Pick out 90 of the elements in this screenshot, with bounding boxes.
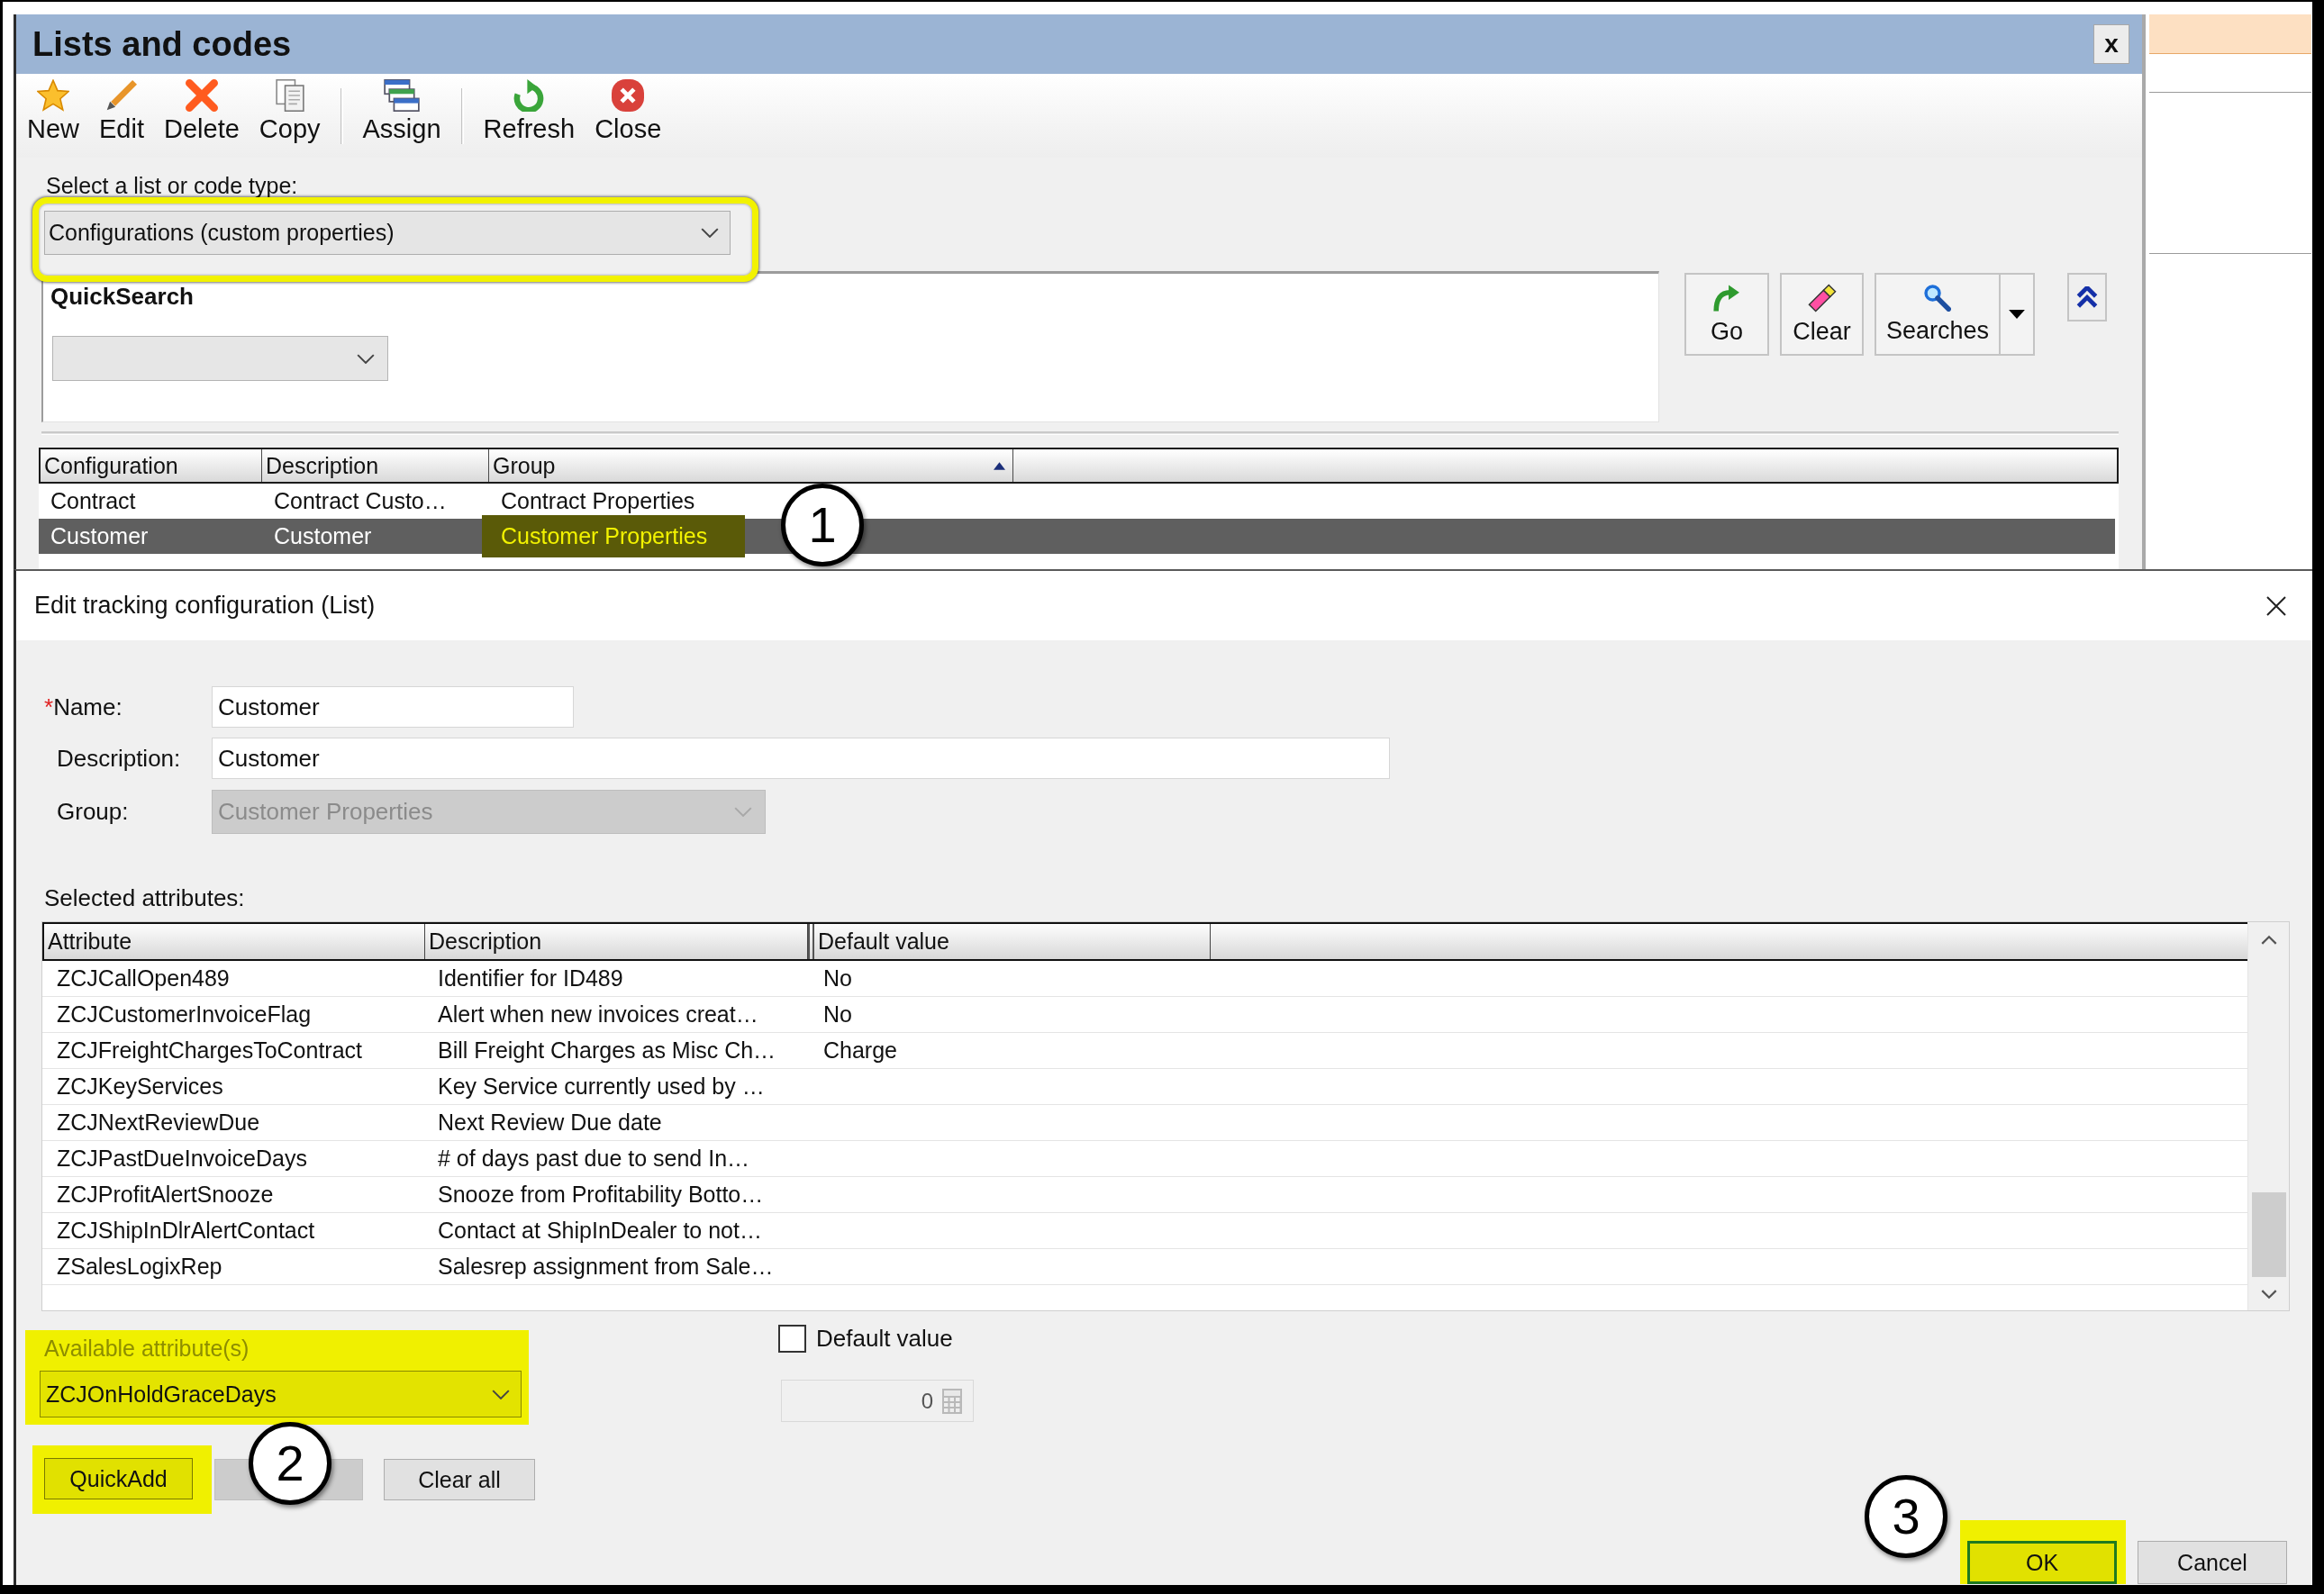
step-marker: 3: [1865, 1475, 1947, 1558]
curved-arrow-icon: [1712, 284, 1741, 312]
chevron-down-icon: [701, 228, 719, 238]
section-label: Selected attributes:: [44, 885, 245, 910]
toolbar-button[interactable]: Refresh: [483, 79, 576, 144]
scrollbar[interactable]: [2247, 922, 2289, 1310]
field-label: Name:: [53, 693, 123, 721]
table-cell-text: No: [822, 1001, 853, 1028]
column-header[interactable]: Description: [425, 924, 808, 959]
table-cell: Customer: [50, 523, 149, 549]
chevron-down-icon: [734, 807, 752, 817]
field-label: Select a list or code type:: [46, 173, 298, 198]
star-icon: [37, 79, 69, 112]
toolbar-button[interactable]: Assign: [362, 79, 441, 144]
action-button[interactable]: Cancel: [2138, 1541, 2287, 1584]
pencil-icon: [105, 79, 138, 112]
caret-down-icon: [2009, 310, 2025, 319]
table-cell-text: Bill Freight Charges as Misc Ch…: [437, 1037, 777, 1064]
pages-icon: [273, 79, 306, 112]
calculator-icon: [942, 1388, 962, 1414]
column-header[interactable]: Attribute: [44, 924, 425, 959]
step-marker: 1: [781, 484, 864, 566]
eraser-icon: [1807, 284, 1837, 312]
window-close-button[interactable]: x: [2093, 24, 2129, 64]
table-cell-text: ZSalesLogixRep: [56, 1253, 223, 1281]
list-type-dropdown[interactable]: Configurations (custom properties): [44, 211, 731, 255]
table-cell-text: No: [822, 965, 853, 992]
double-chevron-up-icon: [2076, 286, 2098, 308]
dialog-title: Edit tracking configuration (List): [34, 592, 376, 620]
close-icon: [612, 79, 645, 112]
table-cell-text: Next Review Due date: [437, 1109, 663, 1137]
action-button[interactable]: QuickAdd: [44, 1458, 193, 1499]
table-cell-text: ZCJPastDueInvoiceDays: [56, 1145, 308, 1173]
checkbox-label: Default value: [816, 1325, 953, 1353]
field-label: Available attribute(s): [44, 1336, 250, 1360]
clear-button[interactable]: Clear: [1780, 273, 1864, 356]
windows-icon: [384, 79, 421, 112]
toolbar-button[interactable]: Close: [595, 79, 662, 144]
close-icon[interactable]: [2266, 595, 2286, 616]
table-cell-text: ZCJCallOpen489: [56, 965, 231, 992]
table-cell-text: Salesrep assignment from Sale…: [437, 1253, 775, 1281]
dropdown-button[interactable]: [2001, 273, 2035, 356]
refresh-icon: [513, 79, 546, 112]
column-header[interactable]: Description: [262, 449, 489, 482]
table-cell-text: ZCJProfitAlertSnooze: [56, 1181, 275, 1209]
table-cell: Customer: [274, 523, 372, 549]
toolbar-button[interactable]: Edit: [99, 79, 144, 144]
searches-button[interactable]: Searches: [1875, 273, 2001, 356]
table-cell-text: ZCJKeyServices: [56, 1073, 224, 1100]
step-marker: 2: [249, 1422, 331, 1505]
table-cell-text: Key Service currently used by …: [437, 1073, 766, 1100]
table-cell-text: Snooze from Profitability Botto…: [437, 1181, 765, 1209]
table-cell: Contract Properties: [501, 488, 695, 514]
attribute-dropdown[interactable]: ZCJOnHoldGraceDays: [40, 1371, 522, 1417]
column-header[interactable]: Configuration: [41, 449, 262, 482]
chevron-down-icon: [492, 1389, 510, 1399]
scrollbar-thumb[interactable]: [2251, 1192, 2286, 1277]
table-cell: Contract: [50, 488, 136, 514]
required-mark: *: [44, 693, 54, 721]
default-button[interactable]: OK: [1967, 1541, 2117, 1584]
table-cell-text: Identifier for ID489: [437, 965, 624, 992]
table-cell-text: Alert when new invoices creat…: [437, 1001, 759, 1028]
column-header[interactable]: Group: [489, 449, 1013, 482]
table-cell-text: ZCJCustomerInvoiceFlag: [56, 1001, 313, 1028]
table-cell-text: ZCJFreightChargesToContract: [56, 1037, 363, 1064]
table-cell-text: Contact at ShipInDealer to not…: [437, 1217, 763, 1245]
chevron-down-icon: [2260, 1290, 2277, 1300]
table-cell: Contract Custo…: [274, 488, 447, 514]
chevron-up-icon: [2260, 935, 2277, 945]
table-cell-text: # of days past due to send In…: [437, 1145, 751, 1173]
column-header[interactable]: Default value: [808, 924, 1211, 959]
table-cell-text: ZCJNextReviewDue: [56, 1109, 261, 1137]
field-label: Description:: [57, 744, 181, 773]
toolbar-button[interactable]: Copy: [259, 79, 321, 144]
text-field[interactable]: Customer: [212, 738, 1390, 779]
text-field[interactable]: Customer: [212, 686, 574, 728]
window-title: Lists and codes: [32, 24, 292, 64]
field-label: Group:: [57, 798, 129, 826]
table-cell: Customer Properties: [482, 515, 746, 557]
chevron-down-icon: [357, 353, 375, 364]
toolbar-button[interactable]: New: [27, 79, 79, 144]
search-icon: [1924, 285, 1951, 312]
go-button[interactable]: Go: [1684, 273, 1769, 356]
table-cell-text: Charge: [822, 1037, 898, 1064]
panel-title: QuickSearch: [50, 283, 194, 310]
table-cell-text: ZCJShipInDlrAlertContact: [56, 1217, 316, 1245]
action-button[interactable]: Clear all: [384, 1459, 535, 1500]
toolbar-button[interactable]: Delete: [164, 79, 240, 144]
cross-icon: [185, 79, 218, 112]
collapse-button[interactable]: [2067, 273, 2107, 322]
